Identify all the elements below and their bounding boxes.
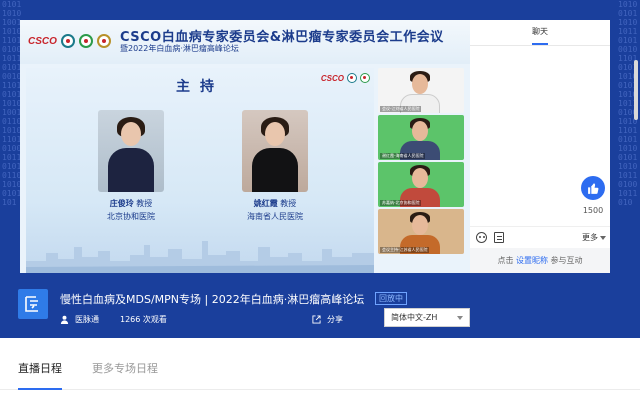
binary-decoration-right: 1010010110101011010100101101010110100101… bbox=[618, 0, 638, 207]
chevron-down-icon bbox=[600, 236, 606, 240]
foundation-seal-icon bbox=[96, 34, 111, 48]
user-icon bbox=[60, 315, 69, 324]
host-org-1: 北京协和医院 bbox=[107, 212, 155, 221]
like-button[interactable] bbox=[581, 176, 605, 200]
brand-logo-icon bbox=[18, 289, 48, 319]
host-name-2: 姚红霞 教授 bbox=[253, 199, 297, 208]
binary-decoration-left: 0101101010011010110101001011010100101101… bbox=[2, 0, 22, 207]
like-count: 1500 bbox=[582, 206, 604, 215]
status-badge: 回放中 bbox=[375, 292, 407, 305]
event-title: 慢性白血病及MDS/MPN专场 | 2022年白血病·淋巴瘤高峰论坛 bbox=[60, 293, 365, 306]
host-portrait-1 bbox=[98, 110, 164, 192]
camera-label: 会议-江刘省人民医院 bbox=[380, 106, 422, 112]
tab-live-schedule[interactable]: 直播日程 bbox=[18, 360, 62, 376]
presentation-slide: 主持 CSCO 庄俊玲 教授 北京协和医院 姚红霞 教授 海南省人民医院 bbox=[26, 68, 374, 273]
participant-camera-1: 会议-江刘省人民医院 bbox=[378, 68, 464, 113]
video-player[interactable]: CSCO CSCO白血病专家委员会&淋巴瘤专家委员会工作会议 暨2022年白血病… bbox=[20, 20, 470, 273]
camera-label: 谢红霞-海南省人民医院 bbox=[380, 153, 426, 159]
active-tab-indicator bbox=[18, 388, 62, 390]
video-banner: CSCO CSCO白血病专家委员会&淋巴瘤专家委员会工作会议 暨2022年白血病… bbox=[20, 20, 470, 64]
csco-logo: CSCO bbox=[320, 73, 344, 83]
thumbs-up-icon bbox=[587, 182, 598, 194]
participant-cameras: 会议-江刘省人民医院 谢红霞-海南省人民医院 苏嘉纳-北京协和医院 会议主持-江… bbox=[378, 68, 464, 273]
organization-seal-icon bbox=[78, 34, 93, 48]
banner-logos: CSCO bbox=[28, 34, 111, 48]
chat-panel: 聊天 1500 更多 点击 设置昵称 参与互动 bbox=[470, 20, 610, 273]
chevron-down-icon bbox=[457, 316, 463, 320]
more-button[interactable]: 更多 bbox=[582, 232, 598, 243]
emoji-icon[interactable] bbox=[476, 232, 487, 243]
slide-logos: CSCO bbox=[321, 73, 370, 83]
camera-label: 苏嘉纳-北京协和医院 bbox=[380, 200, 422, 206]
camera-label: 会议主持-江苏省人民医院 bbox=[380, 247, 430, 253]
host-portrait-2 bbox=[242, 110, 308, 192]
view-count: 1266 次观看 bbox=[120, 314, 167, 324]
host-name-1: 庄俊玲 教授 bbox=[109, 199, 153, 208]
language-select[interactable]: 简体中文-ZH bbox=[384, 308, 470, 327]
participant-camera-2: 谢红霞-海南省人民医院 bbox=[378, 115, 464, 160]
chat-toolbar: 更多 bbox=[470, 226, 610, 246]
society-seal-icon bbox=[60, 34, 75, 48]
share-button[interactable]: 分享 bbox=[312, 313, 343, 325]
notes-icon[interactable] bbox=[494, 232, 504, 243]
chat-input-prompt[interactable]: 点击 设置昵称 参与互动 bbox=[470, 248, 610, 273]
city-skyline-decoration bbox=[26, 241, 374, 273]
banner-subtitle: 暨2022年白血病·淋巴瘤高峰论坛 bbox=[120, 44, 239, 53]
society-seal-icon bbox=[347, 73, 357, 83]
organizer[interactable]: 医脉通 bbox=[60, 313, 99, 325]
organization-seal-icon bbox=[360, 73, 370, 83]
share-icon bbox=[312, 314, 321, 324]
hero-band: 0101101010011010110101001011010100101101… bbox=[0, 0, 640, 338]
host-org-2: 海南省人民医院 bbox=[247, 212, 303, 221]
tab-chat[interactable]: 聊天 bbox=[470, 20, 610, 46]
participant-camera-4: 会议主持-江苏省人民医院 bbox=[378, 209, 464, 254]
csco-logo: CSCO bbox=[28, 35, 57, 47]
schedule-tabs: 直播日程 更多专场日程 bbox=[0, 338, 640, 390]
set-nickname-link[interactable]: 设置昵称 bbox=[516, 256, 548, 265]
page-scrollbar[interactable] bbox=[634, 60, 638, 120]
participant-camera-3: 苏嘉纳-北京协和医院 bbox=[378, 162, 464, 207]
tab-more-schedules[interactable]: 更多专场日程 bbox=[92, 360, 158, 376]
